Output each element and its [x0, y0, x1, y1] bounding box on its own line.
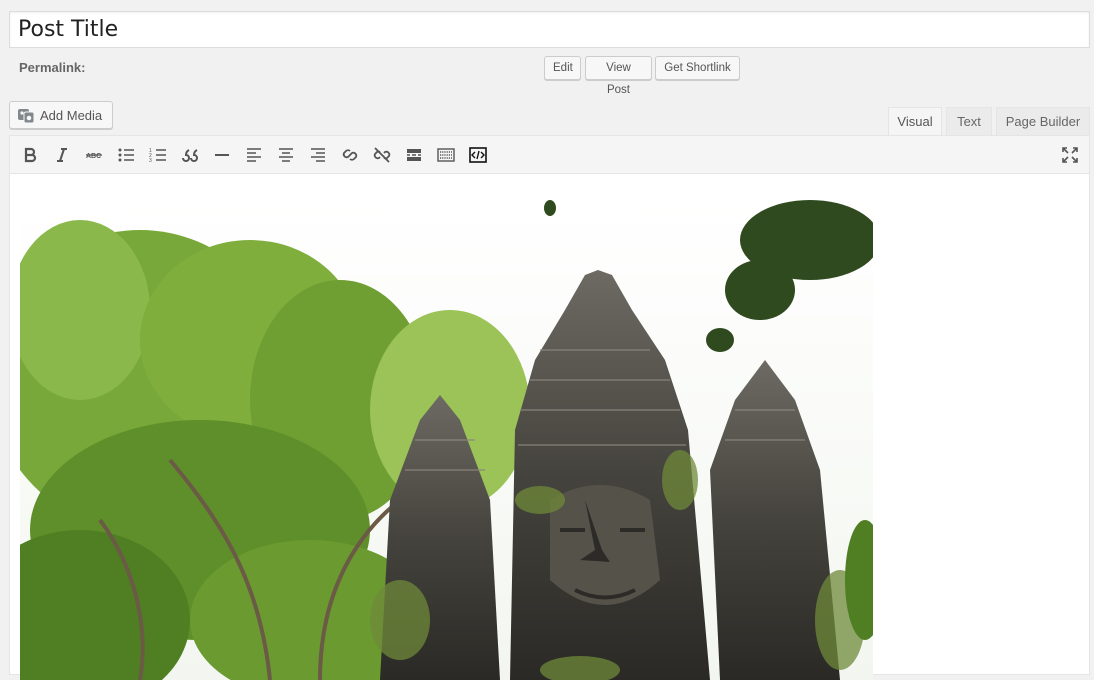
permalink-label: Permalink: [19, 60, 86, 75]
bold-icon[interactable] [19, 144, 41, 166]
editor-area: ABC 123 [9, 135, 1090, 680]
horizontal-rule-icon[interactable] [211, 144, 233, 166]
align-left-icon[interactable] [243, 144, 265, 166]
fullscreen-icon[interactable] [1059, 144, 1081, 166]
unlink-icon[interactable] [371, 144, 393, 166]
tab-text[interactable]: Text [946, 107, 992, 136]
toolbar-toggle-icon[interactable] [435, 144, 457, 166]
tab-page-builder[interactable]: Page Builder [996, 107, 1090, 136]
temple-image[interactable] [20, 200, 873, 680]
editor-toolbar: ABC 123 [10, 136, 1089, 174]
align-right-icon[interactable] [307, 144, 329, 166]
svg-text:3: 3 [149, 158, 152, 164]
edit-permalink-button[interactable]: Edit [544, 56, 581, 80]
svg-text:ABC: ABC [86, 153, 101, 160]
media-icon [17, 106, 35, 124]
get-shortlink-button[interactable]: Get Shortlink [655, 56, 740, 80]
italic-icon[interactable] [51, 144, 73, 166]
add-media-label: Add Media [40, 107, 103, 123]
post-title-input[interactable] [10, 12, 1089, 47]
align-center-icon[interactable] [275, 144, 297, 166]
blockquote-icon[interactable] [179, 144, 201, 166]
post-title-field[interactable] [9, 11, 1090, 48]
tab-visual[interactable]: Visual [888, 107, 942, 137]
read-more-icon[interactable] [403, 144, 425, 166]
numbered-list-icon[interactable]: 123 [147, 144, 169, 166]
view-post-button[interactable]: View Post [585, 56, 652, 96]
bullet-list-icon[interactable] [115, 144, 137, 166]
link-icon[interactable] [339, 144, 361, 166]
strikethrough-icon[interactable]: ABC [83, 144, 105, 166]
embed-icon[interactable] [467, 144, 489, 166]
add-media-button[interactable]: Add Media [9, 101, 113, 129]
